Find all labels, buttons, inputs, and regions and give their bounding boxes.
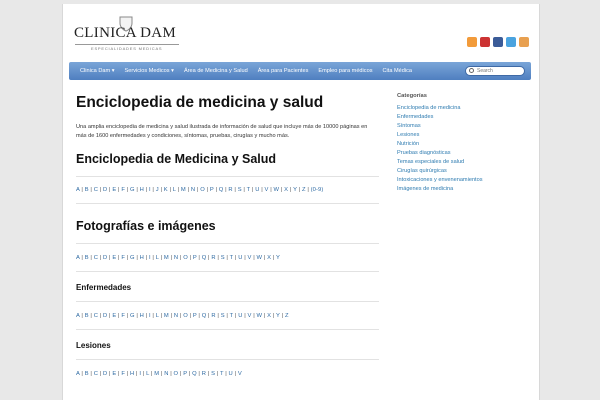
nav-item[interactable]: Servicios Medicos ▾ bbox=[120, 62, 179, 80]
sidebar-category-link[interactable]: Temas especiales de salud bbox=[397, 158, 527, 167]
main-content: Enciclopedia de medicina y salud Una amp… bbox=[76, 94, 379, 377]
logo-divider bbox=[75, 44, 179, 45]
sidebar-category-link[interactable]: Imágenes de medicina bbox=[397, 185, 527, 194]
page-title: Enciclopedia de medicina y salud bbox=[76, 94, 324, 111]
logo-text: CLINICA DAM bbox=[74, 25, 177, 41]
nav-item[interactable]: Cita Médica bbox=[378, 62, 418, 80]
nav-items: Clinica Dam ▾ Servicios Medicos ▾ Área de … bbox=[75, 62, 417, 80]
divider bbox=[76, 301, 379, 302]
subsection-title-injuries: Lesiones bbox=[76, 341, 111, 350]
sidebar-category-link[interactable]: Nutrición bbox=[397, 140, 527, 149]
divider bbox=[76, 271, 379, 272]
alphabet-index-images: A | B | C | D | E | F | G | H | I | L | … bbox=[76, 255, 379, 261]
nav-item[interactable]: Área de Medicina y Salud bbox=[179, 62, 253, 80]
divider bbox=[76, 243, 379, 244]
section-title-encyclopedia: Enciclopedia de Medicina y Salud bbox=[76, 152, 277, 166]
blog-feed-icon[interactable] bbox=[519, 37, 529, 47]
sidebar-category-link[interactable]: Intoxicaciones y envenenamientos bbox=[397, 176, 527, 185]
twitter-icon[interactable] bbox=[506, 37, 516, 47]
section-title-images: Fotografías e imágenes bbox=[76, 219, 216, 233]
nav-item[interactable]: Clinica Dam ▾ bbox=[75, 62, 120, 80]
alphabet-index-encyclopedia: A | B | C | D | E | F | G | H | I | J | … bbox=[76, 187, 379, 193]
sidebar-title: Categorías bbox=[397, 93, 427, 99]
logo-subtitle: ESPECIALIDADES MEDICAS bbox=[91, 46, 163, 51]
social-links bbox=[467, 37, 529, 47]
sidebar-category-link[interactable]: Cirugías quirúrgicas bbox=[397, 167, 527, 176]
search-box bbox=[465, 66, 525, 76]
divider bbox=[76, 203, 379, 204]
nav-item[interactable]: Empleo para médicos bbox=[313, 62, 377, 80]
alphabet-index-diseases: A | B | C | D | E | F | G | H | I | L | … bbox=[76, 313, 379, 319]
sidebar-category-link[interactable]: Lesiones bbox=[397, 131, 527, 140]
youtube-icon[interactable] bbox=[480, 37, 490, 47]
sidebar: Categorías Enciclopedia de medicina Enfer… bbox=[397, 93, 527, 194]
search-input[interactable] bbox=[477, 67, 521, 75]
intro-text: Una amplia enciclopedia de medicina y sa… bbox=[76, 124, 368, 139]
page: CLINICA DAM ESPECIALIDADES MEDICAS Clini… bbox=[62, 4, 540, 400]
facebook-icon[interactable] bbox=[493, 37, 503, 47]
alphabet-letter-link[interactable]: Z bbox=[285, 313, 289, 319]
subsection-title-diseases: Enfermedades bbox=[76, 283, 132, 292]
nav-item[interactable]: Área para Pacientes bbox=[253, 62, 314, 80]
divider bbox=[76, 176, 379, 177]
rss-feed-icon[interactable] bbox=[467, 37, 477, 47]
divider bbox=[76, 359, 379, 360]
site-logo[interactable]: CLINICA DAM ESPECIALIDADES MEDICAS bbox=[71, 16, 183, 60]
divider bbox=[76, 329, 379, 330]
main-navigation: Clinica Dam ▾ Servicios Medicos ▾ Área de … bbox=[69, 62, 531, 80]
alphabet-letter-link[interactable]: Y bbox=[276, 255, 280, 261]
sidebar-category-link[interactable]: Pruebas diagnósticas bbox=[397, 149, 527, 158]
sidebar-category-link[interactable]: Enciclopedia de medicina bbox=[397, 104, 527, 113]
search-icon bbox=[469, 68, 474, 73]
sidebar-category-link[interactable]: Enfermedades bbox=[397, 113, 527, 122]
sidebar-category-link[interactable]: Síntomas bbox=[397, 122, 527, 131]
alphabet-index-injuries: A | B | C | D | E | F | H | I | L | M | … bbox=[76, 371, 379, 377]
alphabet-letter-link[interactable]: V bbox=[238, 371, 242, 377]
sidebar-category-list: Enciclopedia de medicina Enfermedades Sínt… bbox=[397, 104, 527, 194]
alphabet-digits-link[interactable]: (0-9) bbox=[311, 187, 324, 193]
